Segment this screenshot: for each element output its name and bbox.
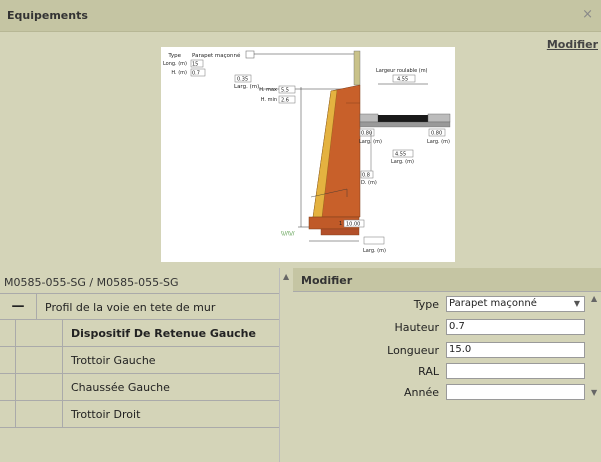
diagram-larg-label: Larg. (m) [234, 84, 259, 90]
chevron-up-icon[interactable]: ▲ [283, 272, 289, 281]
hauteur-label: Hauteur [394, 321, 439, 334]
diagram-mid-value: 4.55 [395, 152, 406, 158]
type-label: Type [413, 298, 439, 311]
diagram-mid-larg: Larg. (m) [391, 159, 414, 165]
ral-field[interactable] [446, 363, 585, 379]
list-item-label: Dispositif De Retenue Gauche [71, 327, 256, 340]
diagram-long-label: Long. (m) [163, 61, 187, 67]
diagram-h-label: H. (m) [171, 70, 187, 76]
ral-label: RAL [418, 365, 439, 378]
diagram-hmax-label: H. max [259, 87, 277, 93]
scroll-down-icon[interactable]: ▼ [591, 388, 597, 397]
close-icon[interactable]: × [582, 7, 593, 22]
profile-header: M0585-055-SG / M0585-055-SG [0, 268, 279, 294]
diagram-d-value: 0.8 [362, 173, 370, 179]
diagram-larg-m-right: Larg. (m) [427, 139, 450, 145]
modify-header: Modifier [293, 268, 601, 292]
road-left-sidewalk [359, 113, 379, 123]
list-item-label: Trottoir Gauche [71, 354, 156, 367]
diagram-bottom-larg: Larg. (m) [363, 248, 386, 254]
diagram-slope-value: 1 [339, 221, 342, 227]
diagram-hmax-value: 5.5 [281, 88, 289, 94]
list-item-trottoir-droit[interactable]: Trottoir Droit [0, 401, 279, 428]
list-item-dispositif-retenue-gauche[interactable]: Dispositif De Retenue Gauche [0, 320, 279, 347]
modify-panel: Modifier Type Parapet maçonné ▼ Hauteur … [293, 268, 601, 462]
type-select[interactable]: Parapet maçonné ▼ [446, 296, 585, 312]
wall-profile-diagram: Type Parapet maçonné Long. (m) 15 H. (m)… [161, 47, 455, 262]
diagram-type-label: Type [167, 53, 181, 59]
profile-tree-panel: M0585-055-SG / M0585-055-SG — Profil de … [0, 268, 279, 462]
diagram-larg-m-left: Larg. (m) [359, 139, 382, 145]
diagram-larg-small: 0.35 [237, 77, 248, 83]
longueur-field[interactable]: 15.0 [446, 342, 585, 358]
panel-splitter[interactable]: ▲ [279, 268, 293, 462]
diagram-largeur-roulable-value: 4.55 [397, 77, 408, 83]
longueur-label: Longueur [387, 344, 439, 357]
diagram-h-value: 0.7 [192, 71, 200, 77]
diagram-left-trottoir: 0.80 [361, 131, 372, 137]
group-row[interactable]: — Profil de la voie en tete de mur [0, 294, 279, 320]
annee-field[interactable] [446, 384, 585, 400]
diagram-long-value: 15 [192, 62, 198, 68]
group-label: Profil de la voie en tete de mur [45, 301, 216, 314]
diagram-hmin-value: 2.6 [281, 98, 289, 104]
annee-label: Année [403, 386, 439, 399]
road-pavement [378, 115, 428, 122]
vertical-scrollbar[interactable]: ▲ ▼ [589, 292, 601, 462]
road-right-sidewalk [427, 113, 451, 123]
modify-title: Modifier [301, 274, 353, 287]
diagram-ground: \\//\\// [281, 231, 295, 237]
type-select-value: Parapet maçonné [449, 298, 537, 309]
diagram-d-label: D. (m) [361, 180, 377, 186]
chevron-down-icon[interactable]: ▼ [574, 297, 580, 311]
list-item-label: Trottoir Droit [71, 408, 141, 421]
diagram-type-value: Parapet maçonné [192, 52, 241, 59]
profile-id: M0585-055-SG / M0585-055-SG [4, 276, 179, 289]
window-title: Equipements [7, 9, 88, 22]
diagram-hmin-label: H. min [261, 97, 277, 103]
parapet-shape [353, 50, 361, 86]
window-titlebar: Equipements × [0, 0, 601, 32]
diagram-right-trottoir: 0.80 [431, 131, 442, 137]
diagram-type-dropdown[interactable] [245, 50, 255, 59]
hauteur-field[interactable]: 0.7 [446, 319, 585, 335]
collapse-toggle[interactable]: — [0, 294, 37, 319]
diagram-slope-ratio: 10.00 [346, 222, 360, 228]
list-item-trottoir-gauche[interactable]: Trottoir Gauche [0, 347, 279, 374]
diagram-area: Modifier Type Parapet maçonné Long. (m) … [0, 32, 601, 262]
list-item-chaussee-gauche[interactable]: Chaussée Gauche [0, 374, 279, 401]
scroll-up-icon[interactable]: ▲ [591, 294, 597, 303]
diagram-largeur-roulable-label: Largeur roulable (m) [376, 68, 428, 74]
modify-link[interactable]: Modifier [547, 38, 598, 51]
list-item-label: Chaussée Gauche [71, 381, 170, 394]
